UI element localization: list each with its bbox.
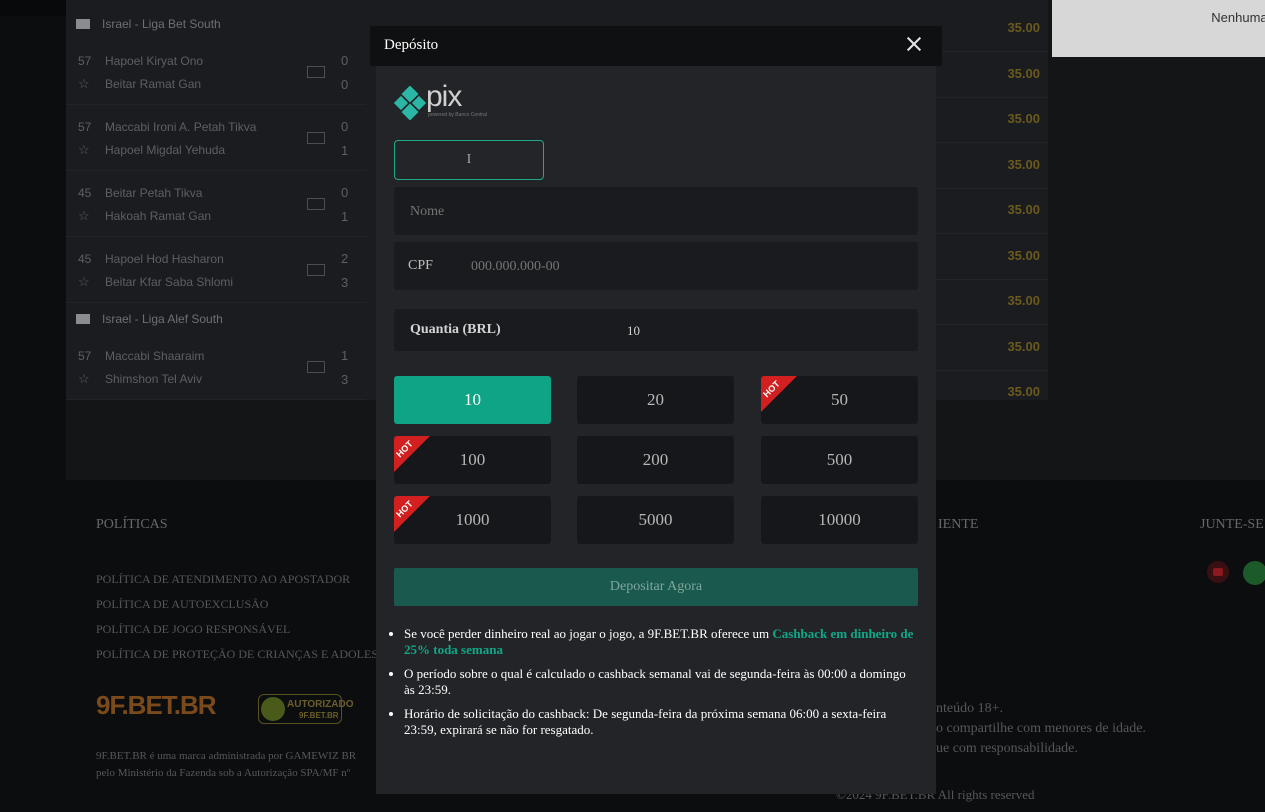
legal-text: 9F.BET.BR é uma marca administrada por G…	[96, 750, 357, 762]
odd-value[interactable]: 35.00	[990, 20, 1040, 35]
modal-title: Depósito	[384, 37, 439, 53]
name-input[interactable]	[408, 201, 902, 223]
odd-value[interactable]: 35.00	[990, 157, 1040, 172]
league-header: Israel - Liga Bet South	[66, 10, 366, 38]
age-text: nteúdo 18+.	[936, 701, 1003, 716]
right-column	[1048, 0, 1265, 480]
list-item: O período sobre o qual é calculado o cas…	[404, 666, 914, 698]
age-text: ue com responsabilidade.	[936, 741, 1078, 756]
odd-value[interactable]: 35.00	[990, 248, 1040, 263]
cpf-input[interactable]	[469, 256, 903, 278]
footer-link[interactable]: POLÍTICA DE JOGO RESPONSÁVEL	[96, 622, 290, 637]
match-row[interactable]: 57 ☆ Maccabi Ironi A. Petah Tikva Hapoel…	[66, 106, 366, 171]
match-row[interactable]: 57 ☆ Hapoel Kiryat Ono Beitar Ramat Gan …	[66, 40, 366, 105]
odd-value[interactable]: 35.00	[990, 339, 1040, 354]
odd-value[interactable]: 35.00	[990, 293, 1040, 308]
betslip-empty: Nenhuma ca	[1052, 0, 1265, 57]
amount-option-50[interactable]: HOT 50	[761, 376, 918, 424]
match-row[interactable]: 45 ☆ Beitar Petah Tikva Hakoah Ramat Gan…	[66, 172, 366, 237]
field-icon	[307, 361, 325, 373]
site-logo: 9F.BET.BR	[96, 690, 217, 720]
odd-value[interactable]: 35.00	[990, 66, 1040, 81]
authorized-badge: AUTORIZADO 9F.BET.BR	[258, 694, 353, 724]
amount-option-1000[interactable]: HOT 1000	[394, 496, 551, 544]
field-icon	[307, 132, 325, 144]
amount-option-200[interactable]: 200	[577, 436, 734, 484]
modal-header: Depósito	[370, 26, 942, 66]
favorite-star-icon[interactable]: ☆	[78, 371, 90, 387]
footer-link[interactable]: POLÍTICA DE AUTOEXCLUSÃO	[96, 597, 268, 612]
deposit-modal: Depósito pix powered by Banco Central I …	[370, 26, 942, 794]
footer-heading-client: IENTE	[938, 517, 979, 532]
field-icon	[307, 198, 325, 210]
favorite-star-icon[interactable]: ☆	[78, 208, 90, 224]
age-text: o compartilhe com menores de idade.	[936, 721, 1146, 736]
amount-field[interactable]: Quantia (BRL) 10	[394, 309, 918, 351]
legal-text: pelo Ministério da Fazenda sob a Autoriz…	[96, 767, 351, 779]
deposit-now-button[interactable]: Depositar Agora	[394, 568, 918, 606]
amount-option-100[interactable]: HOT 100	[394, 436, 551, 484]
amount-label: Quantia (BRL)	[410, 322, 501, 337]
cpf-field[interactable]: CPF	[394, 242, 918, 290]
amount-option-10000[interactable]: 10000	[761, 496, 918, 544]
amount-option-500[interactable]: 500	[761, 436, 918, 484]
odd-value[interactable]: 35.00	[990, 202, 1040, 217]
cashback-notes: Se você perder dinheiro real ao jogar o …	[394, 626, 914, 746]
odd-value[interactable]: 35.00	[990, 384, 1040, 399]
amount-option-5000[interactable]: 5000	[577, 496, 734, 544]
odd-value[interactable]: 35.00	[990, 111, 1040, 126]
amount-option-20[interactable]: 20	[577, 376, 734, 424]
name-field[interactable]	[394, 187, 918, 235]
field-icon	[307, 264, 325, 276]
brazil-seal-icon	[261, 697, 285, 721]
favorite-star-icon[interactable]: ☆	[78, 142, 90, 158]
match-row[interactable]: 57 ☆ Maccabi Shaaraim Shimshon Tel Aviv …	[66, 335, 366, 400]
amount-option-10[interactable]: 10	[394, 376, 551, 424]
whatsapp-icon[interactable]	[1243, 561, 1265, 585]
footer-link[interactable]: POLÍTICA DE ATENDIMENTO AO APOSTADOR	[96, 572, 350, 587]
cpf-label: CPF	[408, 258, 433, 273]
youtube-icon[interactable]	[1207, 561, 1229, 583]
league-header: Israel - Liga Alef South	[66, 305, 366, 333]
footer-heading-policies: POLÍTICAS	[96, 517, 168, 532]
amount-value[interactable]: 10	[627, 323, 640, 339]
close-icon[interactable]	[902, 33, 926, 57]
field-icon	[307, 66, 325, 78]
match-row[interactable]: 45 ☆ Hapoel Hod Hasharon Beitar Kfar Sab…	[66, 238, 366, 303]
list-item: Horário de solicitação do cashback: De s…	[404, 706, 914, 738]
favorite-star-icon[interactable]: ☆	[78, 274, 90, 290]
pix-logo-text: pix	[426, 80, 462, 113]
favorite-star-icon[interactable]: ☆	[78, 76, 90, 92]
footer-link[interactable]: POLÍTICA DE PROTEÇÃO DE CRIANÇAS E ADOLE…	[96, 647, 378, 662]
israel-flag-icon	[76, 314, 90, 324]
pix-logo-icon	[394, 86, 426, 120]
israel-flag-icon	[76, 19, 90, 29]
payment-method-option[interactable]: I	[394, 140, 544, 180]
pix-logo-subtitle: powered by Banco Central	[428, 112, 487, 118]
list-item: Se você perder dinheiro real ao jogar o …	[404, 626, 914, 658]
footer-heading-join: JUNTE-SE	[1200, 517, 1264, 532]
